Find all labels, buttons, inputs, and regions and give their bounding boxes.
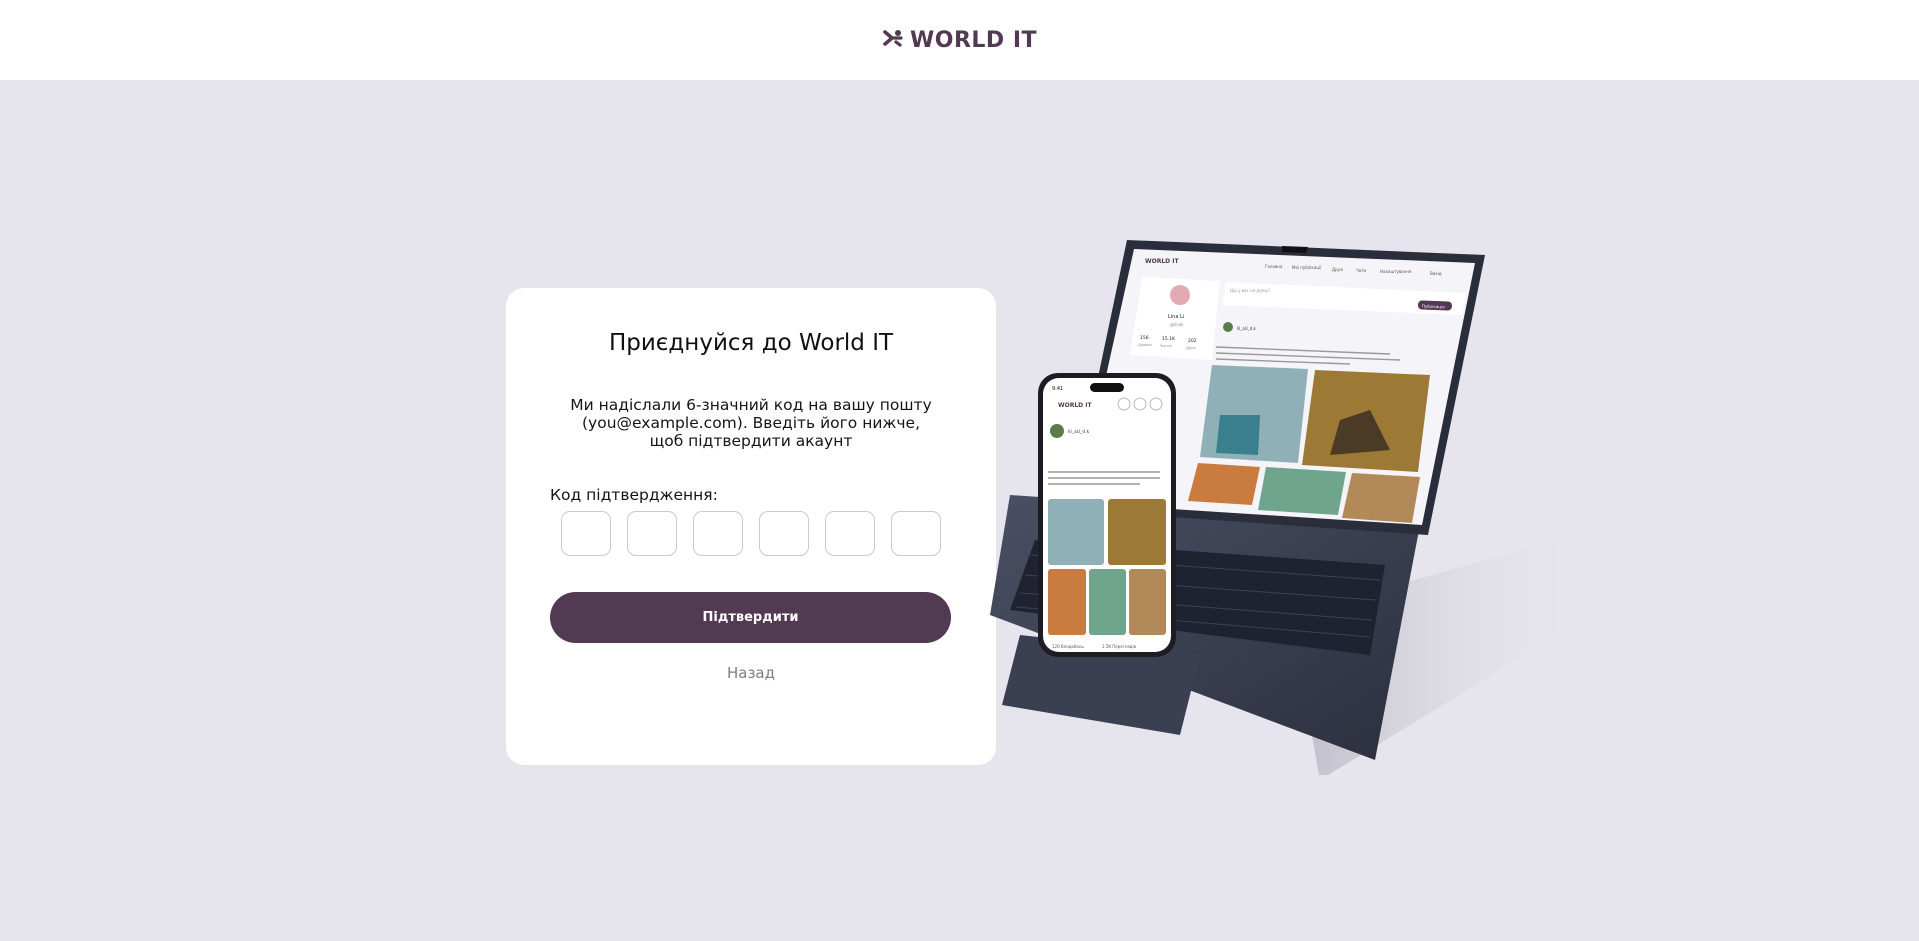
verify-card: Приєднуйся до World IT Ми надіслали 6-зн… [506, 288, 996, 765]
laptop-profile-name: Lina Li [1168, 314, 1184, 320]
devices-illustration: WORLD IT Головна Мої публікації Друзі Ча… [990, 235, 1590, 780]
laptop-stat-label: Читачі [1160, 344, 1172, 348]
laptop-stat-value: 202 [1188, 338, 1197, 344]
phone-image: 9:41 WORLD IT lil_aU_d.k 120 Вподобань 1… [1038, 373, 1176, 657]
phone-post-user: lil_aU_d.k [1068, 429, 1090, 435]
laptop-nav-item: Вихід [1430, 271, 1442, 276]
laptop-profile-handle: @linali [1170, 322, 1183, 327]
laptop-nav-item: Налаштування [1380, 269, 1412, 274]
brand-name: WORLD IT [909, 27, 1038, 53]
laptop-nav-item: Головна [1265, 264, 1283, 269]
verification-instructions: Ми надіслали 6-значний код на вашу пошту… [570, 396, 932, 450]
top-header: WORLD IT [0, 0, 1919, 80]
laptop-composer: Що у вас на думці? [1230, 288, 1270, 293]
laptop-nav-item: Чати [1356, 268, 1367, 273]
laptop-stat-value: 15.1K [1162, 336, 1176, 342]
laptop-stat-label: Дописи [1138, 343, 1152, 347]
page-title: Приєднуйся до World IT [608, 330, 894, 356]
laptop-brand: WORLD IT [1145, 258, 1179, 265]
phone-likes: 120 Вподобань [1052, 644, 1084, 649]
code-digit-2[interactable] [627, 511, 677, 556]
code-digit-3[interactable] [693, 511, 743, 556]
laptop-publish-button: Публікація [1422, 304, 1445, 310]
runner-logo-icon [882, 29, 904, 51]
brand-logo[interactable]: WORLD IT [882, 28, 1037, 53]
confirm-button[interactable]: Підтвердити [550, 592, 951, 643]
phone-brand: WORLD IT [1058, 402, 1092, 409]
laptop-post-user: lil_aU_d.k [1237, 326, 1257, 331]
code-label: Код підтвердження: [550, 486, 718, 504]
laptop-nav-item: Мої публікації [1292, 265, 1322, 270]
laptop-nav-item: Друзі [1332, 267, 1343, 272]
code-digit-1[interactable] [561, 511, 611, 556]
back-link[interactable]: Назад [506, 664, 996, 682]
phone-time: 9:41 [1052, 386, 1063, 392]
code-digit-5[interactable] [825, 511, 875, 556]
code-input-row [561, 511, 941, 556]
code-digit-4[interactable] [759, 511, 809, 556]
laptop-stat-label: Друзі [1186, 346, 1196, 350]
phone-views: 1.5K Переглядів [1102, 644, 1137, 649]
code-digit-6[interactable] [891, 511, 941, 556]
laptop-stat-value: 156 [1140, 335, 1149, 341]
